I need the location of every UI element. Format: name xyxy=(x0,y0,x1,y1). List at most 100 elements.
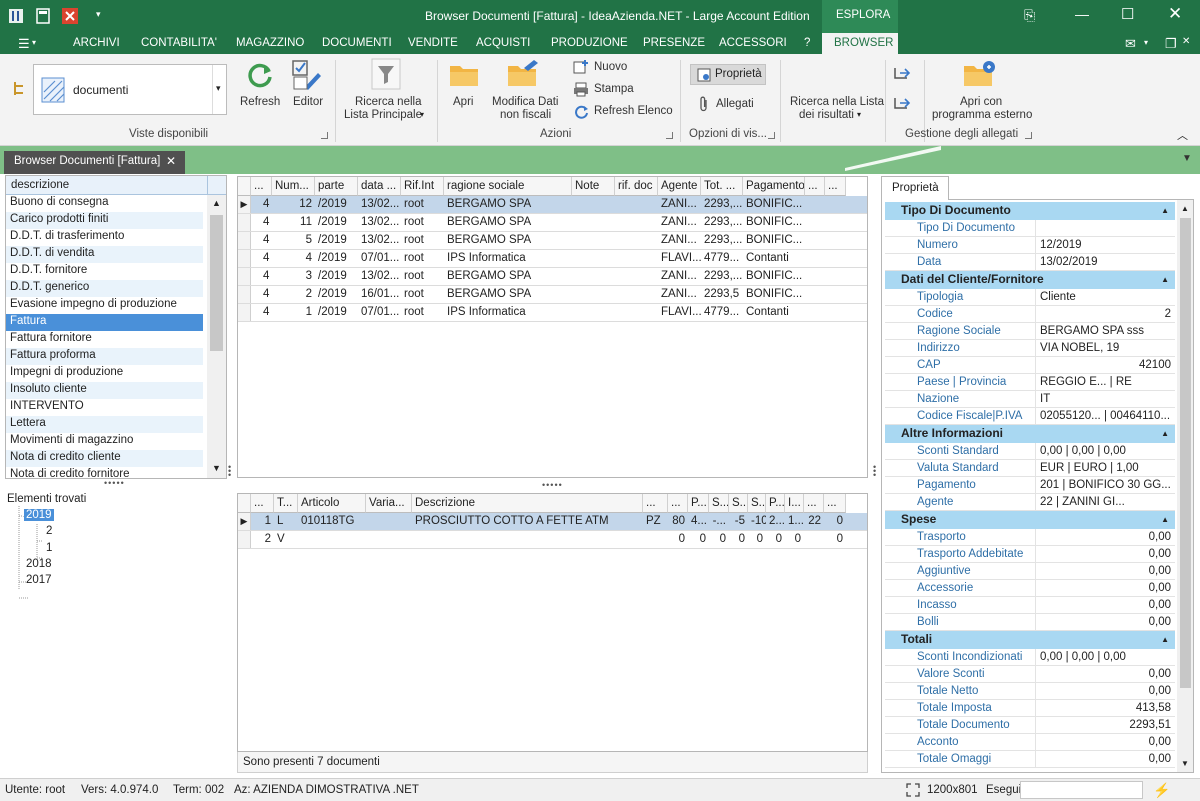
refresh-elenco-button[interactable]: Refresh Elenco xyxy=(594,105,673,118)
column-header[interactable]: ... xyxy=(824,494,846,513)
collapse-section-icon[interactable]: ▲ xyxy=(1161,631,1169,648)
property-row[interactable]: Totale Omaggi 0,00 xyxy=(885,751,1175,768)
column-header[interactable]: ragione sociale xyxy=(444,177,572,196)
scroll-down-icon[interactable]: ▼ xyxy=(1181,759,1189,768)
property-row[interactable]: Data 13/02/2019 xyxy=(885,254,1175,271)
file-menu-icon[interactable]: ☰ xyxy=(18,36,30,52)
property-row[interactable]: Valuta Standard EUR | EURO | 1,00 xyxy=(885,460,1175,477)
doc-tab[interactable]: Browser Documenti [Fattura] ✕ xyxy=(4,151,185,174)
column-header[interactable]: parte xyxy=(315,177,358,196)
doc-type-item[interactable]: Evasione impegno di produzione xyxy=(10,298,177,310)
column-header[interactable]: ... xyxy=(805,177,825,196)
scroll-thumb[interactable] xyxy=(1180,218,1191,688)
mail-dropdown-icon[interactable]: ▾ xyxy=(1144,38,1148,47)
property-row[interactable]: CAP 42100 xyxy=(885,357,1175,374)
doc-type-item[interactable]: Carico prodotti finiti xyxy=(10,213,108,225)
new-icon[interactable] xyxy=(573,60,589,74)
editor-icon[interactable] xyxy=(291,59,323,91)
modify-line1[interactable]: Modifica Dati xyxy=(492,96,558,109)
search-main-line1[interactable]: Ricerca nella xyxy=(355,96,421,109)
refresh-icon[interactable] xyxy=(245,60,275,90)
column-header[interactable]: ... xyxy=(668,494,688,513)
open-folder-icon[interactable] xyxy=(448,60,480,88)
doc-types-scrollbar[interactable]: ▲ ▼ xyxy=(207,195,226,478)
tree-node-2019[interactable]: 2019 xyxy=(23,508,55,522)
search-results-line1[interactable]: Ricerca nella Lista xyxy=(790,96,884,109)
mail-icon[interactable]: ✉ xyxy=(1125,36,1136,52)
allegati-button[interactable]: Allegati xyxy=(716,98,754,111)
tab-contabilita[interactable]: CONTABILITA' xyxy=(141,37,217,49)
property-row[interactable]: Agente 22 | ZANINI GI... xyxy=(885,494,1175,511)
property-row[interactable]: Sconti Incondizionati 0,00 | 0,00 | 0,00 xyxy=(885,649,1175,666)
stampa-button[interactable]: Stampa xyxy=(594,83,634,96)
doc-type-item[interactable]: D.D.T. generico xyxy=(10,281,89,293)
property-row[interactable]: Valore Sconti 0,00 xyxy=(885,666,1175,683)
property-row[interactable]: Bolli 0,00 xyxy=(885,614,1175,631)
column-header[interactable]: rif. doc xyxy=(615,177,658,196)
close-tab-icon[interactable]: ✕ xyxy=(166,154,176,168)
tree-node-child[interactable]: 2 xyxy=(46,525,52,537)
column-header[interactable]: ... xyxy=(804,494,824,513)
scroll-up-icon[interactable]: ▲ xyxy=(212,198,221,208)
refresh-button[interactable]: Refresh xyxy=(240,96,280,109)
modify-button[interactable]: non fiscali xyxy=(500,109,551,122)
column-header[interactable]: Pagamento xyxy=(743,177,805,196)
row-indicator-icon[interactable]: ▶ xyxy=(238,513,251,531)
attachment-remove-icon[interactable] xyxy=(893,96,911,110)
tab-produzione[interactable]: PRODUZIONE xyxy=(551,37,628,49)
external-open-button[interactable]: programma esterno xyxy=(932,109,1032,122)
vsplitter-grip-icon[interactable]: • • • xyxy=(873,463,876,480)
group-launcher-icon[interactable] xyxy=(321,132,328,139)
property-row[interactable]: Trasporto 0,00 xyxy=(885,529,1175,546)
group-launcher-icon[interactable] xyxy=(768,132,775,139)
property-row[interactable]: Paese | Provincia REGGIO E... | RE xyxy=(885,374,1175,391)
scroll-thumb[interactable] xyxy=(210,215,223,351)
splitter-grip-icon[interactable]: ••••• xyxy=(104,478,125,488)
tab-presenze[interactable]: PRESENZE xyxy=(643,37,705,49)
refresh-list-icon[interactable] xyxy=(574,104,589,119)
collapse-section-icon[interactable]: ▲ xyxy=(1161,511,1169,528)
external-open-line1[interactable]: Apri con xyxy=(960,96,1002,109)
property-row[interactable]: Ragione Sociale BERGAMO SPA sss xyxy=(885,323,1175,340)
property-section[interactable]: Tipo Di Documento ▲ xyxy=(885,202,1175,220)
row-indicator-icon[interactable] xyxy=(238,232,251,250)
view-combo[interactable]: documenti ▾ xyxy=(33,64,227,115)
group-launcher-icon[interactable] xyxy=(1025,132,1032,139)
print-icon[interactable] xyxy=(573,82,589,97)
run-lightning-icon[interactable]: ⚡ xyxy=(1153,782,1170,799)
tab-help[interactable]: ? xyxy=(804,37,810,49)
property-row[interactable]: Codice Fiscale|P.IVA 02055120... | 004641… xyxy=(885,408,1175,425)
column-header[interactable]: P... xyxy=(688,494,709,513)
property-row[interactable]: Tipologia Cliente xyxy=(885,289,1175,306)
tree-root[interactable]: Elementi trovati xyxy=(7,493,86,505)
tab-magazzino[interactable]: MAGAZZINO xyxy=(236,37,304,49)
property-section[interactable]: Totali ▲ xyxy=(885,631,1175,649)
search-results-button[interactable]: dei risultati xyxy=(799,109,854,122)
editor-button[interactable]: Editor xyxy=(293,96,323,109)
filter-search-icon[interactable] xyxy=(371,58,401,90)
property-row[interactable]: Totale Netto 0,00 xyxy=(885,683,1175,700)
group-launcher-icon[interactable] xyxy=(666,132,673,139)
property-row[interactable]: Indirizzo VIA NOBEL, 19 xyxy=(885,340,1175,357)
tab-archivi[interactable]: ARCHIVI xyxy=(73,37,120,49)
close-app-icon[interactable] xyxy=(62,8,78,24)
app-icon[interactable] xyxy=(8,8,24,24)
tree-node-2017[interactable]: 2017 xyxy=(26,574,52,586)
column-header[interactable]: Note xyxy=(572,177,615,196)
column-header[interactable]: ... xyxy=(643,494,668,513)
quick-access-dropdown-icon[interactable]: ▾ xyxy=(96,9,101,20)
search-main-button[interactable]: Lista Principale xyxy=(344,109,422,122)
property-row[interactable]: Totale Documento 2293,51 xyxy=(885,717,1175,734)
apri-button[interactable]: Apri xyxy=(453,96,473,109)
scroll-up-icon[interactable]: ▲ xyxy=(1181,204,1189,213)
tab-acquisti[interactable]: ACQUISTI xyxy=(476,37,530,49)
collapse-ribbon-icon[interactable]: ︿ xyxy=(1177,127,1188,143)
doc-type-item[interactable]: Fattura proforma xyxy=(10,349,96,361)
column-header[interactable]: Articolo xyxy=(298,494,366,513)
doc-type-item[interactable]: Nota di credito cliente xyxy=(10,451,121,463)
maximize-icon[interactable]: ☐ xyxy=(1121,5,1134,23)
doc-type-item[interactable]: Lettera xyxy=(10,417,46,429)
row-indicator-icon[interactable] xyxy=(238,531,251,549)
column-header[interactable]: ... xyxy=(251,494,274,513)
property-row[interactable]: Pagamento 201 | BONIFICO 30 GG... xyxy=(885,477,1175,494)
